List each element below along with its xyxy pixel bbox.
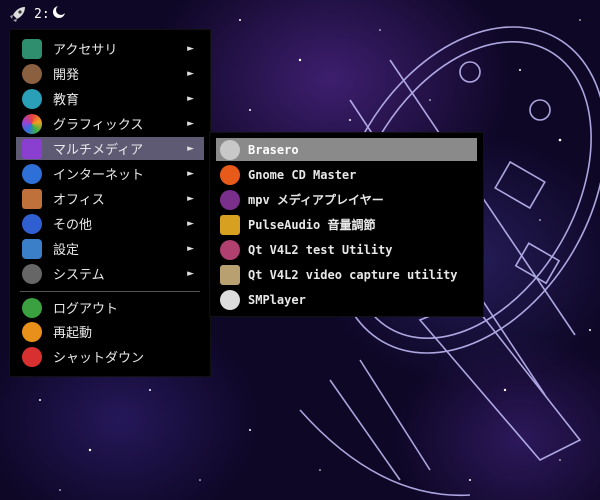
menu-item-label: インターネット [53, 168, 145, 183]
submenu-item-label: SMPlayer [248, 292, 306, 307]
menu-item-label: ログアウト [53, 302, 119, 317]
shutdown-icon [22, 346, 42, 367]
development-icon [22, 63, 42, 84]
submenu-item-qt-v4l2-capture[interactable]: Qt V4L2 video capture utility [216, 263, 477, 286]
menu-item-accessories[interactable]: アクセサリ ► [16, 37, 204, 60]
submenu-item-label: Brasero [248, 142, 299, 157]
menu-item-internet[interactable]: インターネット ► [16, 162, 204, 185]
menu-item-development[interactable]: 開発 ► [16, 62, 204, 85]
menu-item-logout[interactable]: ログアウト [16, 296, 204, 319]
submenu-arrow-icon: ► [187, 68, 194, 79]
menu-separator [20, 291, 200, 292]
qt-v4l2-test-icon [220, 239, 240, 260]
mpv-icon [220, 189, 240, 210]
submenu-arrow-icon: ► [187, 268, 194, 279]
submenu-item-brasero[interactable]: Brasero [216, 138, 477, 161]
submenu-arrow-icon: ► [187, 93, 194, 104]
submenu-item-pulseaudio[interactable]: PulseAudio 音量調節 [216, 213, 477, 236]
menu-item-shutdown[interactable]: シャットダウン [16, 345, 204, 368]
settings-icon [22, 238, 42, 259]
multimedia-icon [22, 138, 42, 159]
submenu-arrow-icon: ► [187, 193, 194, 204]
gnome-cd-master-icon [220, 164, 240, 185]
menu-item-label: マルチメディア [53, 143, 144, 158]
multimedia-submenu: Brasero Gnome CD Master mpv メディアプレイヤー Pu… [210, 133, 483, 316]
education-icon [22, 88, 42, 109]
menu-item-other[interactable]: その他 ► [16, 212, 204, 235]
menu-item-office[interactable]: オフィス ► [16, 187, 204, 210]
top-panel: 2: [0, 0, 600, 28]
submenu-item-smplayer[interactable]: SMPlayer [216, 288, 477, 311]
main-menu: アクセサリ ► 開発 ► 教育 ► グラフィックス ► マルチメディア ► イン… [10, 30, 210, 376]
reboot-icon [22, 321, 42, 342]
menu-item-reboot[interactable]: 再起動 [16, 320, 204, 343]
menu-item-label: 設定 [53, 243, 80, 258]
submenu-arrow-icon: ► [187, 243, 194, 254]
workspace-indicator[interactable]: 2: [34, 5, 66, 23]
menu-item-label: その他 [53, 218, 93, 233]
menu-item-label: システム [53, 268, 105, 283]
submenu-item-label: Qt V4L2 video capture utility [248, 267, 458, 282]
submenu-item-gnome-cd-master[interactable]: Gnome CD Master [216, 163, 477, 186]
menu-item-label: アクセサリ [53, 43, 118, 58]
menu-item-education[interactable]: 教育 ► [16, 87, 204, 110]
menu-item-graphics[interactable]: グラフィックス ► [16, 112, 204, 135]
internet-icon [22, 163, 42, 184]
menu-item-settings[interactable]: 設定 ► [16, 237, 204, 260]
other-icon [22, 213, 42, 234]
rocket-icon[interactable] [8, 4, 28, 24]
smplayer-icon [220, 289, 240, 310]
submenu-item-label: Qt V4L2 test Utility [248, 242, 393, 257]
submenu-item-mpv[interactable]: mpv メディアプレイヤー [216, 188, 477, 211]
workspace-label: 2: [34, 6, 50, 22]
logout-icon [22, 297, 42, 318]
graphics-icon [22, 113, 42, 134]
menu-item-label: シャットダウン [53, 351, 145, 366]
menu-item-label: 開発 [53, 68, 80, 83]
menu-item-system[interactable]: システム ► [16, 262, 204, 285]
pulseaudio-icon [220, 214, 240, 235]
submenu-item-qt-v4l2-test[interactable]: Qt V4L2 test Utility [216, 238, 477, 261]
submenu-item-label: PulseAudio 音量調節 [248, 218, 376, 232]
submenu-arrow-icon: ► [187, 43, 194, 54]
submenu-arrow-icon: ► [187, 143, 194, 154]
moon-icon [52, 5, 66, 23]
accessories-icon [22, 38, 42, 59]
submenu-arrow-icon: ► [187, 168, 194, 179]
qt-v4l2-capture-icon [220, 264, 240, 285]
menu-item-label: 再起動 [53, 326, 93, 341]
menu-item-label: グラフィックス [53, 118, 144, 133]
submenu-arrow-icon: ► [187, 218, 194, 229]
system-icon [22, 263, 42, 284]
submenu-item-label: Gnome CD Master [248, 167, 357, 182]
menu-item-label: オフィス [53, 193, 105, 208]
submenu-arrow-icon: ► [187, 118, 194, 129]
submenu-item-label: mpv メディアプレイヤー [248, 193, 384, 207]
menu-item-multimedia[interactable]: マルチメディア ► [16, 137, 204, 160]
brasero-icon [220, 139, 240, 160]
office-icon [22, 188, 42, 209]
menu-item-label: 教育 [53, 93, 80, 108]
